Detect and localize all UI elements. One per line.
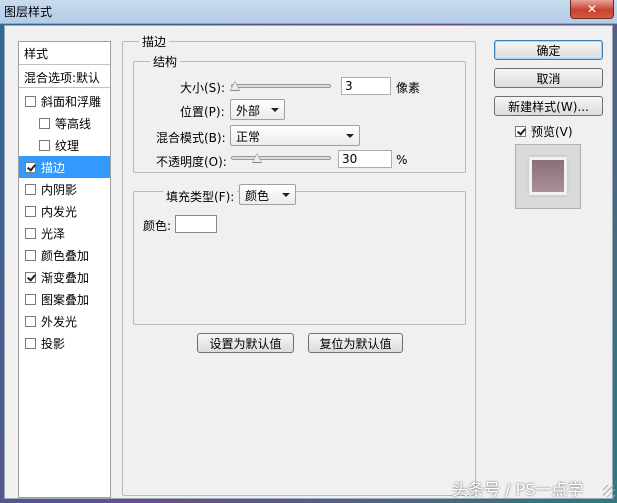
checkbox-checked[interactable]	[25, 271, 36, 283]
size-input[interactable]	[341, 77, 391, 95]
window-title: 图层样式	[4, 5, 53, 19]
size-slider[interactable]	[231, 84, 331, 88]
style-item-label: 描边	[41, 160, 66, 175]
style-item-label: 图案叠加	[41, 292, 90, 307]
structure-group-title: 结构	[150, 53, 181, 70]
blend-mode-select[interactable]: 正常	[230, 125, 360, 146]
stroke-group-title: 描边	[139, 33, 170, 50]
opacity-slider[interactable]	[231, 156, 331, 160]
checkbox[interactable]	[39, 139, 50, 151]
close-button[interactable]: ✕	[570, 0, 614, 19]
style-item[interactable]: 等高线	[19, 112, 110, 134]
checkbox[interactable]	[25, 183, 36, 195]
style-item-label: 投影	[41, 336, 66, 351]
checkbox[interactable]	[25, 227, 36, 239]
style-item-label: 渐变叠加	[41, 270, 90, 285]
cancel-button[interactable]: 取消	[494, 68, 603, 88]
position-label: 位置(P):	[180, 105, 225, 119]
preview-checkbox-row[interactable]: 预览(V)	[515, 123, 573, 140]
style-item-label: 纹理	[55, 138, 80, 153]
ok-button[interactable]: 确定	[494, 40, 603, 60]
checkbox[interactable]	[25, 315, 36, 327]
position-select[interactable]: 外部	[230, 99, 285, 120]
reset-default-button[interactable]: 复位为默认值	[308, 333, 403, 353]
new-style-button[interactable]: 新建样式(W)...	[494, 96, 603, 116]
layer-style-dialog: 图层样式 ✕ 样式 混合选项:默认 斜面和浮雕 等高线 纹理 描边 内阴影 内发光 光泽 颜色…	[0, 0, 617, 503]
style-item[interactable]: 图案叠加	[19, 288, 110, 310]
color-swatch[interactable]	[175, 215, 217, 233]
style-item[interactable]: 投影	[19, 332, 110, 354]
checkbox-checked[interactable]	[25, 161, 36, 173]
style-item[interactable]: 渐变叠加	[19, 266, 110, 288]
style-item[interactable]: 纹理	[19, 134, 110, 156]
close-icon: ✕	[586, 2, 598, 16]
fill-type-value: 颜色	[245, 189, 270, 203]
fill-type-select[interactable]: 颜色	[239, 184, 296, 205]
size-label: 大小(S):	[180, 81, 226, 95]
style-item-label: 等高线	[55, 116, 92, 131]
preview-label: 预览(V)	[531, 125, 573, 139]
style-item[interactable]: 内发光	[19, 200, 110, 222]
style-item[interactable]: 颜色叠加	[19, 244, 110, 266]
color-label: 颜色:	[143, 219, 172, 233]
set-default-button[interactable]: 设置为默认值	[197, 333, 294, 353]
fill-group	[133, 191, 466, 325]
style-item-label: 斜面和浮雕	[41, 94, 102, 109]
title-bar[interactable]: 图层样式 ✕	[0, 0, 617, 24]
style-item-label: 内发光	[41, 204, 78, 219]
chevron-down-icon	[271, 108, 279, 112]
blend-mode-value: 正常	[236, 130, 261, 144]
fill-type-label: 填充类型(F):	[163, 188, 238, 205]
resize-grip[interactable]	[603, 485, 615, 497]
style-item-label: 内阴影	[41, 182, 78, 197]
style-item-label: 颜色叠加	[41, 248, 90, 263]
opacity-slider-thumb[interactable]	[252, 153, 262, 163]
style-item[interactable]: 光泽	[19, 222, 110, 244]
style-item[interactable]: 斜面和浮雕	[19, 90, 110, 112]
opacity-label: 不透明度(O):	[156, 155, 227, 169]
opacity-unit: %	[396, 153, 408, 167]
checkbox[interactable]	[25, 95, 36, 107]
blending-options-item[interactable]: 混合选项:默认	[19, 66, 110, 88]
style-item[interactable]: 外发光	[19, 310, 110, 332]
size-unit: 像素	[396, 81, 421, 95]
chevron-down-icon	[282, 193, 290, 197]
preview-checkbox[interactable]	[515, 126, 526, 137]
chevron-down-icon	[346, 134, 354, 138]
checkbox[interactable]	[25, 205, 36, 217]
watermark: 头条号 / PS一点学	[452, 480, 584, 499]
style-item-label: 外发光	[41, 314, 78, 329]
opacity-input[interactable]	[338, 150, 392, 168]
style-item-label: 光泽	[41, 226, 66, 241]
dialog-body: 样式 混合选项:默认 斜面和浮雕 等高线 纹理 描边 内阴影 内发光 光泽 颜色叠加 渐变叠加图…	[4, 25, 615, 499]
checkbox[interactable]	[39, 117, 50, 129]
size-slider-thumb[interactable]	[230, 81, 240, 91]
styles-list: 样式 混合选项:默认 斜面和浮雕等高线纹理描边内阴影内发光光泽颜色叠加渐变叠加图…	[18, 41, 111, 498]
checkbox[interactable]	[25, 337, 36, 349]
checkbox[interactable]	[25, 249, 36, 261]
style-item[interactable]: 内阴影	[19, 178, 110, 200]
checkbox[interactable]	[25, 293, 36, 305]
blend-mode-label: 混合模式(B):	[156, 131, 226, 145]
styles-header[interactable]: 样式	[19, 42, 110, 65]
preview-thumbnail	[515, 144, 581, 209]
style-item[interactable]: 描边	[19, 156, 110, 178]
preview-swatch	[529, 157, 567, 195]
position-value: 外部	[236, 104, 261, 118]
